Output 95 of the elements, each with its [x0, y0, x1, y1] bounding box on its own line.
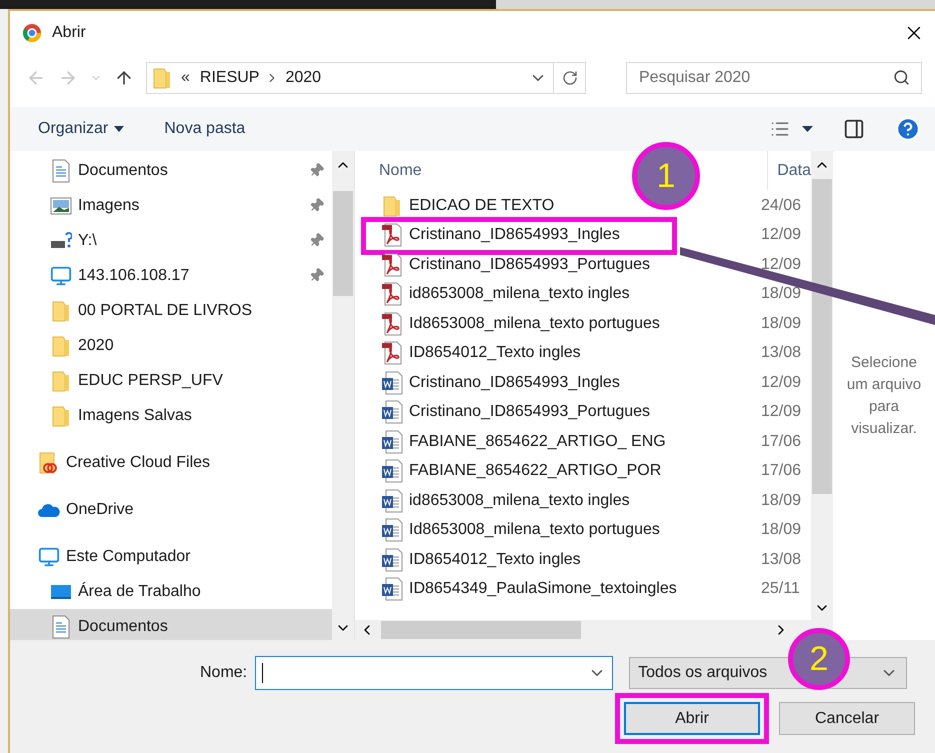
- sidebar-item[interactable]: Imagens: [10, 188, 332, 223]
- file-name[interactable]: Id8653008_milena_texto portugues: [409, 518, 753, 542]
- sidebar-item[interactable]: OneDrive: [10, 492, 332, 527]
- preview-pane-icon[interactable]: [843, 118, 865, 140]
- sidebar-item[interactable]: 00 PORTAL DE LIVROS: [10, 293, 332, 328]
- pdf-file-icon: [381, 312, 403, 336]
- app-icon: [22, 23, 42, 43]
- file-date: 12/09: [760, 372, 802, 393]
- sidebar-item[interactable]: Área de Trabalho: [10, 574, 332, 609]
- sidebar-item[interactable]: Documentos: [10, 153, 332, 188]
- folder-icon: [52, 370, 70, 392]
- sidebar-item[interactable]: Este Computador: [10, 539, 332, 574]
- breadcrumb[interactable]: 2020: [285, 66, 322, 90]
- file-date: 17/06: [760, 432, 802, 452]
- file-name[interactable]: Id8653008_milena_texto portugues: [409, 312, 753, 336]
- pdf-file-icon: [381, 341, 403, 366]
- network-drive-icon: [50, 232, 72, 250]
- address-bar[interactable]: « RIESUP 2020: [146, 62, 586, 94]
- file-date: 17/06: [760, 461, 802, 482]
- scrollbar-thumb[interactable]: [333, 191, 353, 296]
- file-name[interactable]: Cristinano_ID8654993_Portugues: [409, 252, 753, 277]
- word-file-icon: [381, 577, 403, 602]
- file-name[interactable]: Cristinano_ID8654993_Portugues: [409, 400, 753, 424]
- folder-icon: [383, 194, 401, 217]
- folder-icon: [52, 334, 70, 356]
- scrollbar-thumb[interactable]: [381, 621, 581, 639]
- file-date: 12/09: [760, 402, 802, 422]
- folder-icon: [52, 404, 70, 426]
- word-file-icon: [381, 430, 403, 454]
- file-name[interactable]: Cristinano_ID8654993_Ingles: [409, 370, 753, 395]
- document-icon: [51, 614, 71, 638]
- breadcrumb[interactable]: RIESUP: [200, 66, 260, 90]
- image-icon: [50, 196, 72, 214]
- scrollbar-thumb[interactable]: [812, 179, 832, 494]
- file-date: 18/09: [760, 520, 802, 540]
- file-name[interactable]: ID8654012_Texto ingles: [409, 341, 753, 366]
- sidebar-item[interactable]: Documentos: [10, 609, 332, 640]
- new-folder-button[interactable]: Nova pasta: [164, 117, 246, 141]
- path-overflow[interactable]: «: [181, 66, 190, 90]
- pdf-file-icon: [381, 252, 403, 277]
- sidebar-item[interactable]: 2020: [10, 328, 332, 363]
- monitor-icon: [50, 264, 72, 286]
- organize-menu[interactable]: Organizar: [38, 117, 124, 141]
- word-file-icon: [381, 370, 403, 395]
- file-name[interactable]: FABIANE_8654622_ARTIGO_ ENG: [409, 430, 753, 454]
- dialog-button[interactable]: Abrir: [624, 702, 760, 735]
- file-name[interactable]: id8653008_milena_texto ingles: [409, 282, 753, 306]
- horizontal-scrollbar[interactable]: [355, 620, 833, 640]
- scrollbar[interactable]: [332, 151, 354, 640]
- file-date: 13/08: [760, 343, 802, 364]
- filename-field[interactable]: [255, 656, 614, 690]
- desktop-icon: [50, 582, 72, 600]
- file-date: 25/11: [760, 579, 800, 600]
- file-name[interactable]: id8653008_milena_texto ingles: [409, 488, 753, 513]
- sidebar-item[interactable]: 143.106.108.17: [10, 258, 332, 293]
- sidebar-item[interactable]: Y:\: [10, 223, 332, 258]
- sidebar-item[interactable]: Creative Cloud Files: [10, 445, 332, 480]
- file-name[interactable]: ID8654012_Texto ingles: [409, 548, 753, 572]
- monitor-icon: [38, 546, 60, 568]
- preview-message: Selecione um arquivo para visualizar.: [846, 352, 922, 438]
- cloud-icon: [37, 502, 61, 518]
- word-file-icon: [381, 518, 403, 542]
- file-date: 18/09: [760, 314, 802, 334]
- word-file-icon: [381, 459, 403, 484]
- file-date: 13/08: [760, 550, 802, 570]
- cloud-folder-icon: [39, 450, 59, 474]
- folder-icon: [52, 300, 70, 322]
- filename-label: Nome:: [200, 663, 248, 683]
- file-date: 18/09: [760, 490, 802, 511]
- sidebar-item[interactable]: EDUC PERSP_UFV: [10, 363, 332, 398]
- word-file-icon: [381, 400, 403, 424]
- file-date: 12/09: [760, 225, 802, 246]
- word-file-icon: [381, 488, 403, 513]
- file-name[interactable]: FABIANE_8654622_ARTIGO_POR: [409, 459, 753, 484]
- dropdown-caret-icon[interactable]: [802, 126, 813, 132]
- scrollbar[interactable]: [811, 151, 833, 620]
- file-date: 12/09: [760, 254, 802, 275]
- search-field[interactable]: Pesquisar 2020: [626, 62, 922, 94]
- folder-icon: [153, 67, 171, 89]
- refresh-icon: [562, 70, 578, 86]
- caret-icon: [114, 126, 124, 132]
- pdf-file-icon: [381, 223, 403, 248]
- help-icon[interactable]: [895, 116, 921, 142]
- window-title: Abrir: [52, 23, 87, 43]
- sidebar-item[interactable]: Imagens Salvas: [10, 398, 332, 433]
- file-name[interactable]: ID8654349_PaulaSimone_textoingles: [409, 577, 753, 602]
- document-icon: [51, 158, 71, 182]
- column-header[interactable]: Nome: [379, 158, 422, 182]
- file-date: 18/09: [760, 284, 802, 304]
- word-file-icon: [381, 548, 403, 572]
- dialog-button[interactable]: Cancelar: [779, 702, 915, 735]
- pdf-file-icon: [381, 282, 403, 306]
- file-name[interactable]: Cristinano_ID8654993_Ingles: [409, 223, 753, 248]
- file-date: 24/06: [760, 196, 802, 216]
- search-icon: [893, 69, 910, 86]
